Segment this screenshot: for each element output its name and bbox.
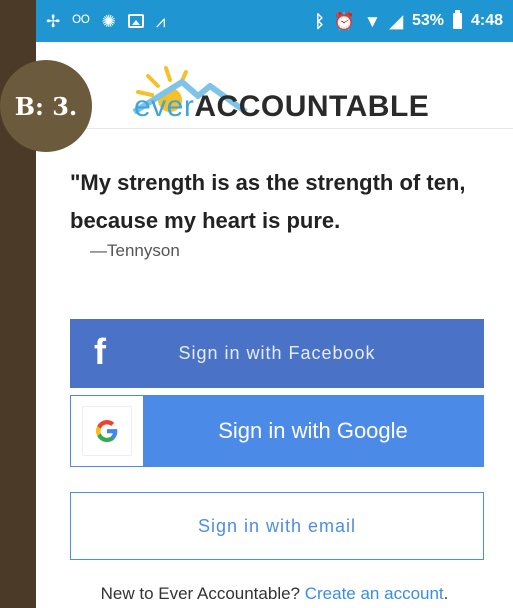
- sunburst-icon: ✺: [101, 11, 116, 31]
- battery-percent: 53%: [411, 12, 444, 29]
- brand-accountable: ACCOUNTABLE: [194, 90, 430, 123]
- app-header: everACCOUNTABLE: [36, 42, 513, 129]
- google-icon: [82, 406, 132, 456]
- signup-prefix: New to Ever Accountable?: [100, 584, 305, 603]
- signup-suffix: .: [443, 584, 449, 603]
- google-signin-label: Sign in with Google: [218, 418, 408, 443]
- google-icon-box: [71, 396, 143, 466]
- brand-ever: ever: [134, 90, 195, 123]
- app-screen: ✢ ᴼᴼ ✺ ⩘ ᛒ ⏰ ▼ ◢ 53% 4:48 everACCOUNTABL…: [36, 0, 513, 608]
- activity-icon: ⩘: [155, 11, 166, 31]
- facebook-icon: f: [94, 331, 107, 372]
- image-icon: [127, 14, 144, 28]
- bluetooth-icon: ᛒ: [314, 11, 325, 31]
- status-left-icons: ✢ ᴼᴼ ✺ ⩘: [46, 0, 166, 42]
- signal-boost-icon: ✢: [46, 11, 61, 31]
- clock-time: 4:48: [470, 12, 503, 29]
- facebook-signin-label: Sign in with Facebook: [178, 343, 376, 363]
- wifi-icon: ▼: [364, 11, 381, 31]
- step-badge: B: 3.: [0, 60, 92, 152]
- brand-wordmark: everACCOUNTABLE: [134, 90, 429, 124]
- email-signin-label: Sign in with email: [197, 515, 357, 536]
- signup-prompt: New to Ever Accountable? Create an accou…: [36, 584, 513, 604]
- status-bar: ✢ ᴼᴼ ✺ ⩘ ᛒ ⏰ ▼ ◢ 53% 4:48: [36, 0, 513, 42]
- voicemail-icon: ᴼᴼ: [72, 11, 90, 31]
- cellular-icon: ◢: [389, 11, 403, 31]
- create-account-link[interactable]: Create an account: [305, 584, 444, 603]
- quote-attribution: —Tennyson: [90, 241, 180, 260]
- facebook-signin-button[interactable]: f Sign in with Facebook: [70, 319, 484, 388]
- inspirational-quote: "My strength is as the strength of ten, …: [70, 170, 466, 233]
- battery-icon: [452, 10, 462, 29]
- google-signin-button[interactable]: Sign in with Google: [70, 395, 484, 467]
- status-right-icons: ᛒ ⏰ ▼ ◢ 53% 4:48: [315, 0, 503, 42]
- email-signin-button[interactable]: Sign in with email: [70, 492, 484, 560]
- alarm-icon: ⏰: [333, 11, 356, 31]
